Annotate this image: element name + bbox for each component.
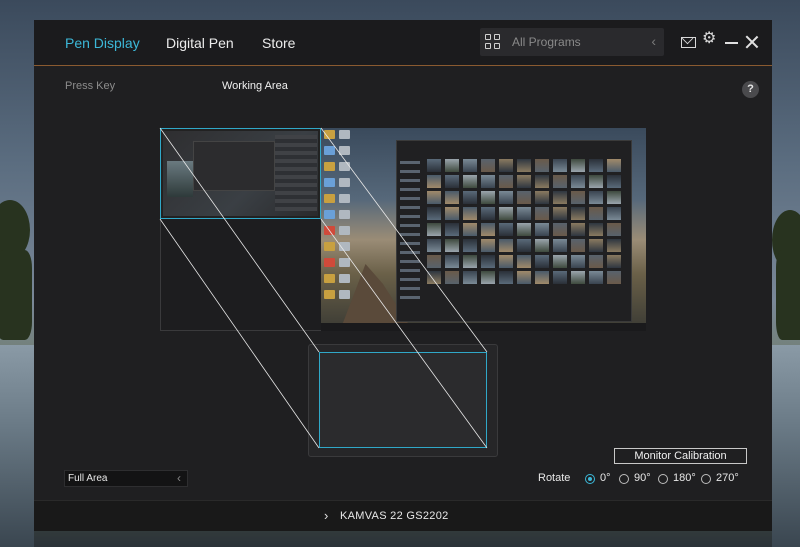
- area-selector-value: Full Area: [68, 473, 108, 484]
- mapping-lines: [159, 127, 488, 449]
- device-name: KAMVAS 22 GS2202: [340, 510, 449, 522]
- wallpaper-right: [772, 0, 800, 547]
- driver-window: Pen Display Digital Pen Store All Progra…: [34, 20, 772, 531]
- chevron-right-icon: ›: [324, 508, 329, 523]
- rotate-90-label: 90°: [634, 472, 651, 484]
- rotate-180-radio[interactable]: [658, 474, 668, 484]
- rotate-270-radio[interactable]: [701, 474, 711, 484]
- area-selector[interactable]: Full Area ‹: [64, 470, 188, 487]
- rotate-270-label: 270°: [716, 472, 739, 484]
- rotate-0-label: 0°: [600, 472, 611, 484]
- rotate-0-radio[interactable]: [585, 474, 595, 484]
- rotate-180-label: 180°: [673, 472, 696, 484]
- monitor-calibration-button[interactable]: Monitor Calibration: [614, 448, 747, 464]
- wallpaper-left: [0, 0, 34, 547]
- chevron-left-icon: ‹: [177, 471, 181, 485]
- rotate-90-radio[interactable]: [619, 474, 629, 484]
- rotate-label: Rotate: [538, 472, 571, 484]
- device-footer[interactable]: › KAMVAS 22 GS2202: [34, 500, 772, 531]
